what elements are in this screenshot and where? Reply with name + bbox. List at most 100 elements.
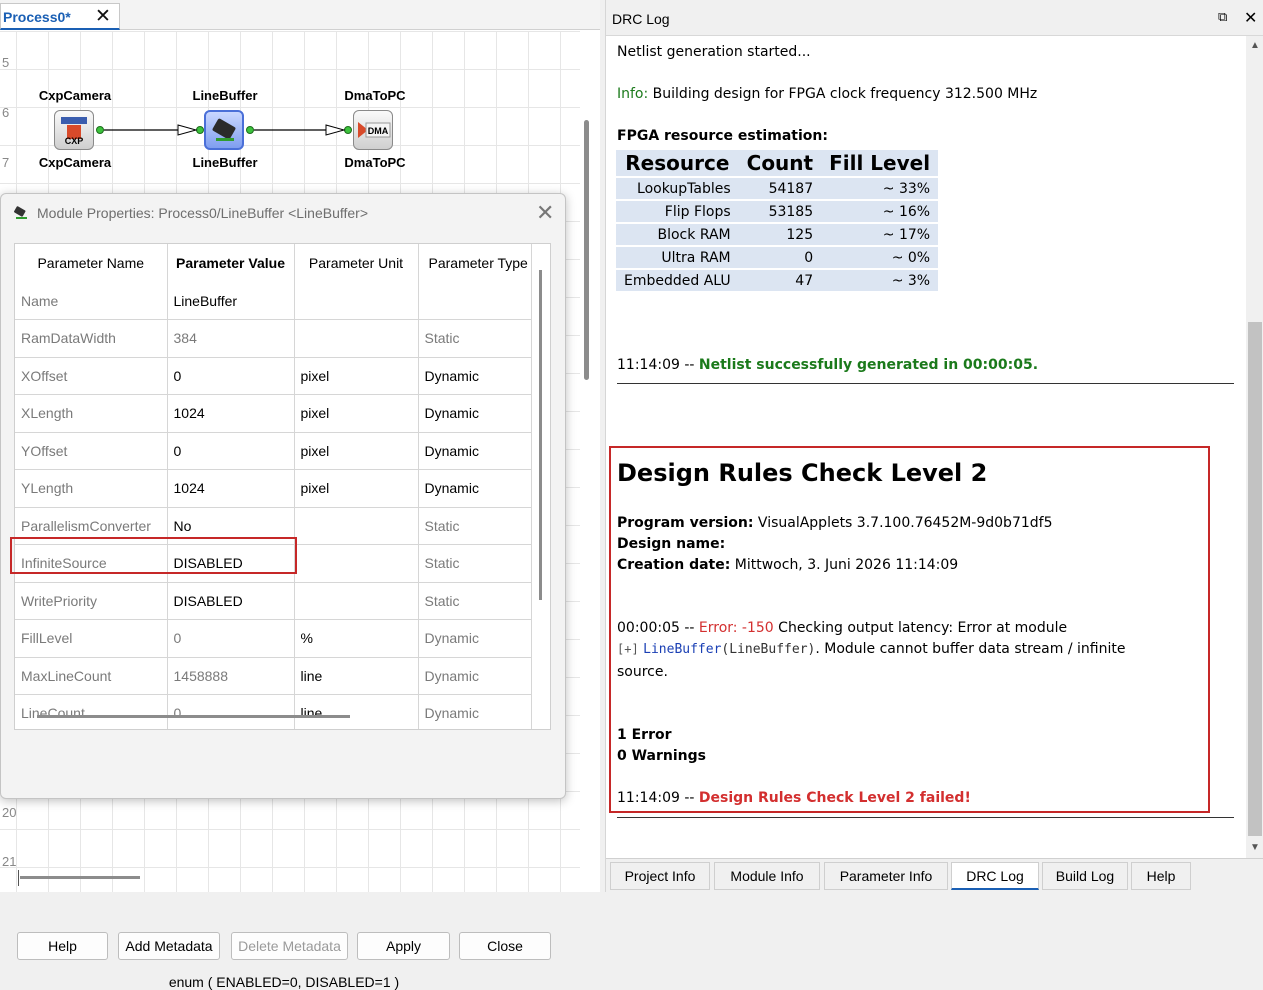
svg-text:DMA: DMA bbox=[368, 126, 389, 136]
table-row[interactable]: XLength 1024 pixel Dynamic bbox=[15, 394, 532, 433]
error-module-type: (LineBuffer) bbox=[721, 642, 816, 657]
param-name-cell: XOffset bbox=[15, 357, 168, 395]
output-port[interactable] bbox=[96, 126, 104, 134]
expand-icon[interactable]: [+] bbox=[617, 642, 639, 656]
tab-help[interactable]: Help bbox=[1131, 862, 1191, 890]
module-label-top: DmaToPC bbox=[344, 88, 406, 103]
table-row[interactable]: WritePriority DISABLED Static bbox=[15, 582, 532, 620]
table-row[interactable]: YOffset 0 pixel Dynamic bbox=[15, 432, 532, 470]
scroll-up-icon[interactable]: ▲ bbox=[1250, 40, 1260, 51]
error-module-link[interactable]: LineBuffer bbox=[643, 642, 721, 657]
info-label: Info: bbox=[617, 86, 649, 102]
dma-icon: DMA bbox=[358, 122, 391, 138]
table-row[interactable]: RamDataWidth 384 Static bbox=[15, 319, 532, 358]
linebuffer-module[interactable] bbox=[204, 110, 244, 150]
param-value-cell[interactable]: 0 bbox=[167, 357, 295, 395]
canvas-vertical-scrollbar[interactable] bbox=[584, 120, 589, 380]
column-header-value[interactable]: Parameter Value bbox=[167, 244, 295, 282]
column-header-type[interactable]: Parameter Type bbox=[418, 244, 532, 282]
resource-heading: FPGA resource estimation: bbox=[617, 128, 828, 144]
param-name-cell: RamDataWidth bbox=[15, 319, 168, 358]
close-button[interactable]: Close bbox=[459, 932, 551, 960]
table-row[interactable]: FillLevel 0% Dynamic bbox=[15, 619, 532, 658]
table-row[interactable]: XOffset 0 pixel Dynamic bbox=[15, 357, 532, 395]
drc-log-content: Netlist generation started... Info: Buil… bbox=[606, 36, 1246, 858]
table-row[interactable]: YLength 1024 pixel Dynamic bbox=[15, 469, 532, 508]
design-name-label: Design name: bbox=[617, 536, 726, 552]
param-value-cell[interactable]: 0 bbox=[167, 432, 295, 470]
tab-process0[interactable]: Process0* ✕ bbox=[0, 3, 120, 30]
param-value-cell[interactable]: 0 bbox=[167, 694, 295, 729]
creation-date-line: Creation date: Mittwoch, 3. Juni 2026 11… bbox=[617, 557, 958, 573]
error-time: 00:00:05 -- bbox=[617, 620, 699, 636]
separator bbox=[617, 817, 1234, 818]
tab-close-icon[interactable]: ✕ bbox=[95, 5, 111, 28]
param-type-cell: Dynamic bbox=[418, 657, 532, 695]
scroll-marker bbox=[18, 870, 19, 886]
tab-build-log[interactable]: Build Log bbox=[1042, 862, 1128, 890]
param-type-cell: Static bbox=[418, 544, 532, 583]
dma-to-pc-module[interactable]: DMA bbox=[353, 110, 393, 150]
parameter-table-container: Parameter Name Parameter Value Parameter… bbox=[14, 243, 551, 730]
param-value-cell[interactable]: DISABLED bbox=[167, 582, 295, 620]
table-horizontal-scrollbar[interactable] bbox=[37, 715, 350, 718]
resource-count-cell: 0 bbox=[738, 247, 822, 268]
close-icon[interactable]: ✕ bbox=[1244, 8, 1257, 28]
param-value-cell[interactable]: LineBuffer bbox=[167, 282, 295, 320]
param-name-cell: LineCount bbox=[15, 694, 168, 729]
resource-col-header: Resource bbox=[616, 150, 739, 176]
canvas-horizontal-scrollbar[interactable] bbox=[20, 876, 140, 879]
program-version-label: Program version: bbox=[617, 515, 754, 531]
param-value-cell[interactable]: 1024 bbox=[167, 469, 295, 508]
column-header-unit[interactable]: Parameter Unit bbox=[294, 244, 419, 282]
linebuffer-icon bbox=[212, 118, 236, 141]
param-value-cell[interactable]: 1024 bbox=[167, 394, 295, 433]
log-scrollbar-thumb[interactable] bbox=[1248, 322, 1262, 836]
scroll-down-icon[interactable]: ▼ bbox=[1250, 842, 1260, 853]
error-count: 1 Error bbox=[617, 727, 672, 743]
resource-name-cell: Ultra RAM bbox=[616, 247, 739, 268]
param-unit-cell bbox=[294, 582, 419, 620]
param-value-cell[interactable]: 384 bbox=[167, 319, 295, 358]
table-row[interactable]: LineCount 0 line Dynamic bbox=[15, 694, 532, 729]
error-text-2: . Module cannot buffer data stream / inf… bbox=[815, 641, 1126, 657]
tab-process0-label: Process0* bbox=[3, 9, 71, 25]
module-label-bottom: LineBuffer bbox=[192, 155, 258, 170]
infinite-source-highlight bbox=[10, 537, 297, 574]
input-port[interactable] bbox=[196, 126, 204, 134]
resource-count-cell: 47 bbox=[738, 270, 822, 291]
param-value-cell[interactable]: 1458888 bbox=[167, 657, 295, 695]
table-row[interactable]: Name LineBuffer bbox=[15, 282, 532, 320]
cxp-camera-icon: CXP bbox=[61, 117, 87, 146]
creation-date-label: Creation date: bbox=[617, 557, 731, 573]
column-header-name[interactable]: Parameter Name bbox=[15, 244, 168, 282]
close-icon[interactable]: ✕ bbox=[536, 200, 554, 226]
process-tab-bar: Process0* ✕ bbox=[0, 0, 600, 30]
tab-project-info[interactable]: Project Info bbox=[610, 862, 710, 890]
tab-drc-log[interactable]: DRC Log bbox=[951, 862, 1039, 890]
cxp-camera-module[interactable]: CXP bbox=[54, 110, 94, 150]
param-name-cell: Name bbox=[15, 282, 168, 320]
creation-date-value: Mittwoch, 3. Juni 2026 11:14:09 bbox=[730, 557, 959, 573]
help-button[interactable]: Help bbox=[17, 932, 108, 960]
table-vertical-scrollbar[interactable] bbox=[539, 270, 542, 600]
input-port[interactable] bbox=[344, 126, 352, 134]
resource-name-cell: Flip Flops bbox=[616, 201, 739, 222]
param-type-cell: Static bbox=[418, 582, 532, 620]
tab-module-info[interactable]: Module Info bbox=[714, 862, 820, 890]
apply-button[interactable]: Apply bbox=[357, 932, 450, 960]
param-type-cell: Dynamic bbox=[418, 619, 532, 658]
add-metadata-button[interactable]: Add Metadata bbox=[118, 932, 220, 960]
param-unit-cell: pixel bbox=[294, 394, 419, 433]
param-type-cell bbox=[418, 282, 532, 320]
param-value-cell[interactable]: 0 bbox=[167, 619, 295, 658]
dialog-title: Module Properties: Process0/LineBuffer <… bbox=[37, 205, 369, 221]
param-type-cell: Dynamic bbox=[418, 432, 532, 470]
output-port[interactable] bbox=[246, 126, 254, 134]
table-header-row: Parameter Name Parameter Value Parameter… bbox=[15, 244, 532, 282]
restore-icon[interactable]: ⧉ bbox=[1218, 9, 1227, 25]
table-row[interactable]: MaxLineCount 1458888 line Dynamic bbox=[15, 657, 532, 695]
log-netlist-started: Netlist generation started... bbox=[617, 44, 811, 60]
tab-parameter-info[interactable]: Parameter Info bbox=[824, 862, 948, 890]
param-name-cell: MaxLineCount bbox=[15, 657, 168, 695]
